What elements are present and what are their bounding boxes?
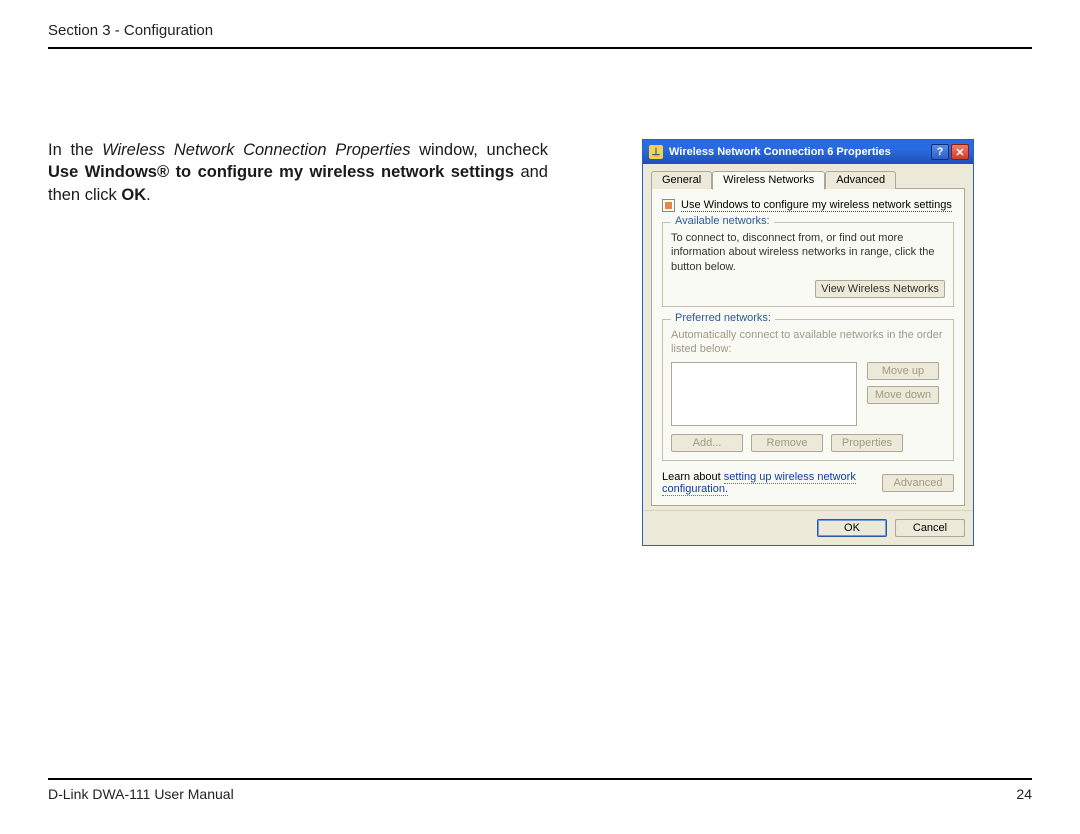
instr-part2: window, uncheck	[410, 141, 548, 159]
wireless-icon: ⊥	[649, 145, 663, 159]
available-networks-group: Available networks: To connect to, disco…	[662, 222, 954, 307]
tab-general[interactable]: General	[651, 171, 712, 189]
remove-button[interactable]: Remove	[751, 434, 823, 452]
tab-strip: General Wireless Networks Advanced	[651, 171, 965, 189]
instruction-text: In the Wireless Network Connection Prope…	[48, 139, 548, 546]
use-windows-checkbox[interactable]	[662, 199, 675, 212]
dialog-footer: OK Cancel	[643, 510, 973, 545]
available-networks-label: Available networks:	[671, 215, 774, 227]
move-down-button[interactable]: Move down	[867, 386, 939, 404]
use-windows-checkbox-label[interactable]: Use Windows to configure my wireless net…	[681, 199, 952, 212]
learn-text: Learn about setting up wireless network …	[662, 471, 882, 495]
add-button[interactable]: Add...	[671, 434, 743, 452]
move-up-button[interactable]: Move up	[867, 362, 939, 380]
available-networks-help: To connect to, disconnect from, or find …	[671, 231, 945, 274]
tab-wireless-networks[interactable]: Wireless Networks	[712, 171, 825, 190]
advanced-button[interactable]: Advanced	[882, 474, 954, 492]
help-button[interactable]: ?	[931, 144, 949, 160]
learn-prefix: Learn about	[662, 471, 724, 483]
preferred-networks-group: Preferred networks: Automatically connec…	[662, 319, 954, 462]
tab-panel: Use Windows to configure my wireless net…	[651, 188, 965, 506]
footer-manual-name: D-Link DWA-111 User Manual	[48, 786, 234, 802]
cancel-button[interactable]: Cancel	[895, 519, 965, 537]
dialog-title: Wireless Network Connection 6 Properties	[669, 146, 891, 158]
close-button[interactable]: ✕	[951, 144, 969, 160]
preferred-networks-listbox[interactable]	[671, 362, 857, 426]
instr-part1: In the	[48, 141, 102, 159]
properties-button[interactable]: Properties	[831, 434, 903, 452]
footer-page-number: 24	[1016, 786, 1032, 802]
ok-button[interactable]: OK	[817, 519, 887, 537]
preferred-networks-label: Preferred networks:	[671, 312, 775, 324]
view-wireless-networks-button[interactable]: View Wireless Networks	[815, 280, 945, 298]
section-header: Section 3 - Configuration	[48, 22, 1032, 49]
instr-bold2: OK	[121, 186, 146, 204]
instr-bold: Use Windows® to configure my wireless ne…	[48, 163, 514, 181]
dialog-titlebar: ⊥ Wireless Network Connection 6 Properti…	[643, 140, 973, 164]
instr-part4: .	[146, 186, 151, 204]
properties-dialog: ⊥ Wireless Network Connection 6 Properti…	[642, 139, 974, 546]
tab-advanced[interactable]: Advanced	[825, 171, 896, 189]
preferred-networks-help: Automatically connect to available netwo…	[671, 328, 945, 357]
instr-italic: Wireless Network Connection Properties	[102, 141, 410, 159]
